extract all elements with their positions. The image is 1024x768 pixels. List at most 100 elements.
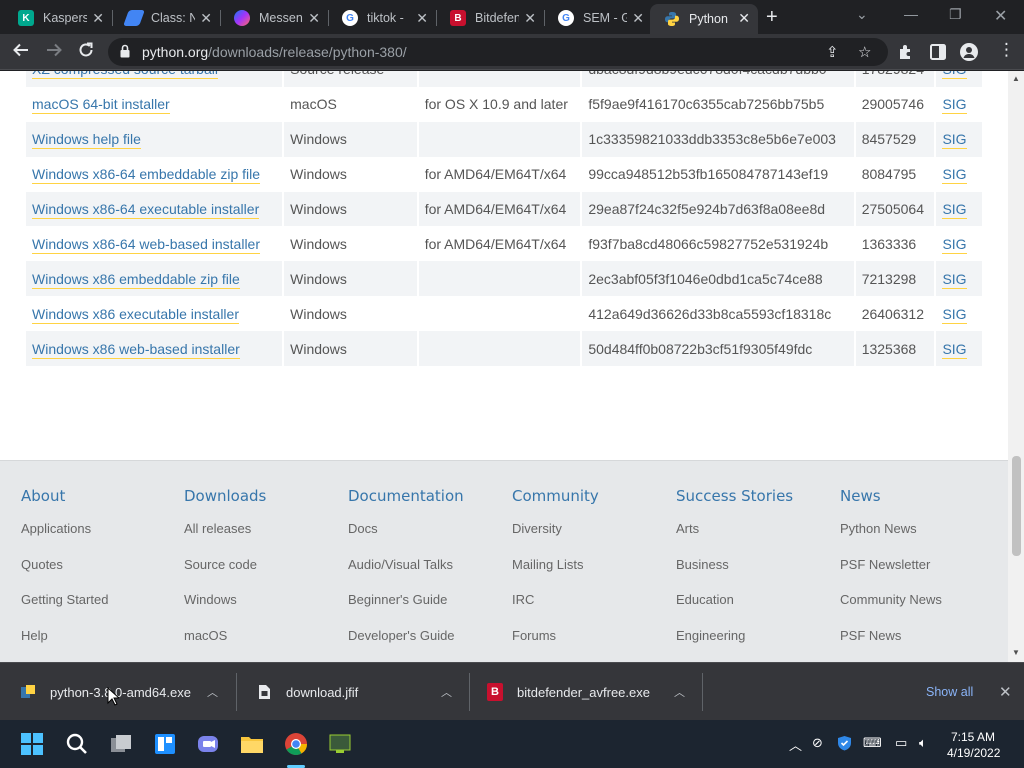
footer-heading[interactable]: News bbox=[840, 487, 1000, 505]
footer-heading[interactable]: About bbox=[21, 487, 181, 505]
sig-link[interactable]: SIG bbox=[936, 331, 982, 367]
close-window-icon[interactable]: ✕ bbox=[994, 6, 1007, 26]
share-icon[interactable]: ⇪ bbox=[826, 43, 839, 61]
footer-link[interactable]: Docs bbox=[348, 518, 508, 554]
sig-link[interactable]: SIG bbox=[936, 71, 982, 87]
show-all-downloads-link[interactable]: Show all bbox=[926, 685, 973, 699]
tab-tiktok-search[interactable]: G tiktok - ✕ bbox=[328, 4, 437, 32]
footer-link[interactable]: Forums bbox=[512, 625, 672, 661]
back-arrow-icon[interactable] bbox=[12, 41, 30, 64]
tab-class[interactable]: Class: N ✕ bbox=[112, 4, 221, 32]
minimize-window-icon[interactable]: — bbox=[904, 6, 918, 22]
chevron-up-icon[interactable]: ︿ bbox=[207, 684, 218, 700]
footer-link[interactable]: Arts bbox=[676, 518, 836, 554]
footer-link[interactable]: Community News bbox=[840, 589, 1000, 625]
download-link[interactable]: Windows x86 executable installer bbox=[26, 296, 283, 332]
footer-link[interactable]: Source code bbox=[184, 554, 344, 590]
footer-link[interactable]: Applications bbox=[21, 518, 181, 554]
footer-link[interactable]: Audio/Visual Talks bbox=[348, 554, 508, 590]
footer-link[interactable]: PSF Newsletter bbox=[840, 554, 1000, 590]
sig-link[interactable]: SIG bbox=[936, 121, 982, 157]
page-scrollbar[interactable]: ▲ ▼ bbox=[1008, 71, 1024, 662]
keyboard-icon[interactable]: ⌨ bbox=[863, 735, 882, 751]
close-tab-icon[interactable]: ✕ bbox=[524, 10, 536, 27]
footer-link[interactable]: Python News bbox=[840, 518, 1000, 554]
footer-link[interactable]: Engineering bbox=[676, 625, 836, 661]
volume-icon[interactable]: 🔈︎ bbox=[919, 735, 927, 751]
footer-heading[interactable]: Community bbox=[512, 487, 672, 505]
side-panel-icon[interactable] bbox=[929, 43, 947, 66]
sig-link[interactable]: SIG bbox=[936, 226, 982, 262]
bookmark-star-icon[interactable]: ☆ bbox=[858, 43, 871, 61]
footer-link[interactable]: All releases bbox=[184, 518, 344, 554]
app-icon[interactable] bbox=[328, 732, 352, 756]
footer-link[interactable]: Education bbox=[676, 589, 836, 625]
system-clock[interactable]: 7:15 AM 4/19/2022 bbox=[947, 729, 1000, 761]
close-tab-icon[interactable]: ✕ bbox=[92, 10, 104, 27]
footer-heading[interactable]: Downloads bbox=[184, 487, 344, 505]
search-icon[interactable] bbox=[65, 732, 89, 756]
scrollbar-thumb[interactable] bbox=[1012, 456, 1021, 556]
chevron-up-icon[interactable]: ︿ bbox=[441, 684, 452, 700]
footer-heading[interactable]: Success Stories bbox=[676, 487, 836, 505]
close-download-bar-icon[interactable]: ✕ bbox=[999, 683, 1012, 701]
download-link[interactable]: XZ compressed source tarball bbox=[26, 71, 283, 87]
tab-search-chevron-icon[interactable]: ⌄ bbox=[856, 6, 868, 23]
footer-heading[interactable]: Documentation bbox=[348, 487, 508, 505]
download-link[interactable]: Windows x86-64 web-based installer bbox=[26, 226, 283, 262]
task-view-icon[interactable] bbox=[109, 732, 133, 756]
download-link[interactable]: Windows x86 web-based installer bbox=[26, 331, 283, 367]
download-link[interactable]: Windows x86 embeddable zip file bbox=[26, 261, 283, 297]
footer-link[interactable]: IRC bbox=[512, 589, 672, 625]
footer-link[interactable]: Windows bbox=[184, 589, 344, 625]
footer-link[interactable]: macOS bbox=[184, 625, 344, 661]
windows-start-icon[interactable] bbox=[20, 732, 44, 756]
chevron-up-icon[interactable]: ︿ bbox=[674, 684, 685, 700]
footer-link[interactable]: Diversity bbox=[512, 518, 672, 554]
lock-icon[interactable] bbox=[120, 44, 130, 58]
tab-kaspersky[interactable]: K Kaspersky ✕ bbox=[4, 4, 113, 32]
footer-link[interactable]: Beginner's Guide bbox=[348, 589, 508, 625]
new-tab-plus-icon[interactable]: + bbox=[766, 6, 778, 29]
network-off-icon[interactable]: ⊘ bbox=[812, 735, 823, 751]
download-item-bitdefender[interactable]: B bitdefender_avfree.exe ︿ bbox=[487, 663, 697, 721]
footer-link[interactable]: PSF News bbox=[840, 625, 1000, 661]
scroll-down-icon[interactable]: ▼ bbox=[1012, 648, 1020, 657]
scroll-up-icon[interactable]: ▲ bbox=[1012, 74, 1020, 83]
tab-sem-search[interactable]: G SEM - G ✕ bbox=[544, 4, 652, 32]
sig-link[interactable]: SIG bbox=[936, 191, 982, 227]
footer-link[interactable]: Developer's Guide bbox=[348, 625, 508, 661]
download-link[interactable]: Windows x86-64 embeddable zip file bbox=[26, 156, 283, 192]
show-hidden-icons-chevron-icon[interactable]: ︿ bbox=[789, 735, 802, 754]
close-tab-icon[interactable]: ✕ bbox=[632, 10, 644, 27]
reload-icon[interactable] bbox=[77, 41, 95, 64]
download-item-python[interactable]: python-3.8.0-amd64.exe ︿ bbox=[20, 663, 230, 721]
profile-avatar-icon[interactable] bbox=[960, 43, 978, 66]
footer-link[interactable]: Quotes bbox=[21, 554, 181, 590]
sig-link[interactable]: SIG bbox=[936, 156, 982, 192]
sig-link[interactable]: SIG bbox=[936, 296, 982, 332]
defender-shield-icon[interactable] bbox=[837, 735, 852, 754]
tab-messenger[interactable]: Messenger ✕ bbox=[220, 4, 329, 32]
download-link[interactable]: macOS 64-bit installer bbox=[26, 86, 283, 122]
teams-chat-icon[interactable] bbox=[196, 732, 220, 756]
download-item-jfif[interactable]: download.jfif ︿ bbox=[256, 663, 466, 721]
widgets-icon[interactable] bbox=[153, 732, 177, 756]
chrome-icon[interactable] bbox=[284, 732, 308, 756]
close-tab-icon[interactable]: ✕ bbox=[200, 10, 212, 27]
sig-link[interactable]: SIG bbox=[936, 261, 982, 297]
download-link[interactable]: Windows x86-64 executable installer bbox=[26, 191, 283, 227]
forward-arrow-icon[interactable] bbox=[45, 41, 63, 64]
footer-link[interactable]: Mailing Lists bbox=[512, 554, 672, 590]
close-tab-icon[interactable]: ✕ bbox=[308, 10, 320, 27]
close-tab-icon[interactable]: ✕ bbox=[416, 10, 428, 27]
restore-window-icon[interactable]: ❐ bbox=[949, 6, 962, 23]
display-icon[interactable]: ▭ bbox=[895, 735, 907, 751]
footer-link[interactable]: Business bbox=[676, 554, 836, 590]
file-explorer-icon[interactable] bbox=[240, 732, 264, 756]
footer-link[interactable]: Help bbox=[21, 625, 181, 661]
footer-link[interactable]: Getting Started bbox=[21, 589, 181, 625]
close-tab-icon[interactable]: ✕ bbox=[738, 10, 750, 27]
sig-link[interactable]: SIG bbox=[936, 86, 982, 122]
kebab-menu-icon[interactable]: ⋮ bbox=[998, 40, 1015, 60]
